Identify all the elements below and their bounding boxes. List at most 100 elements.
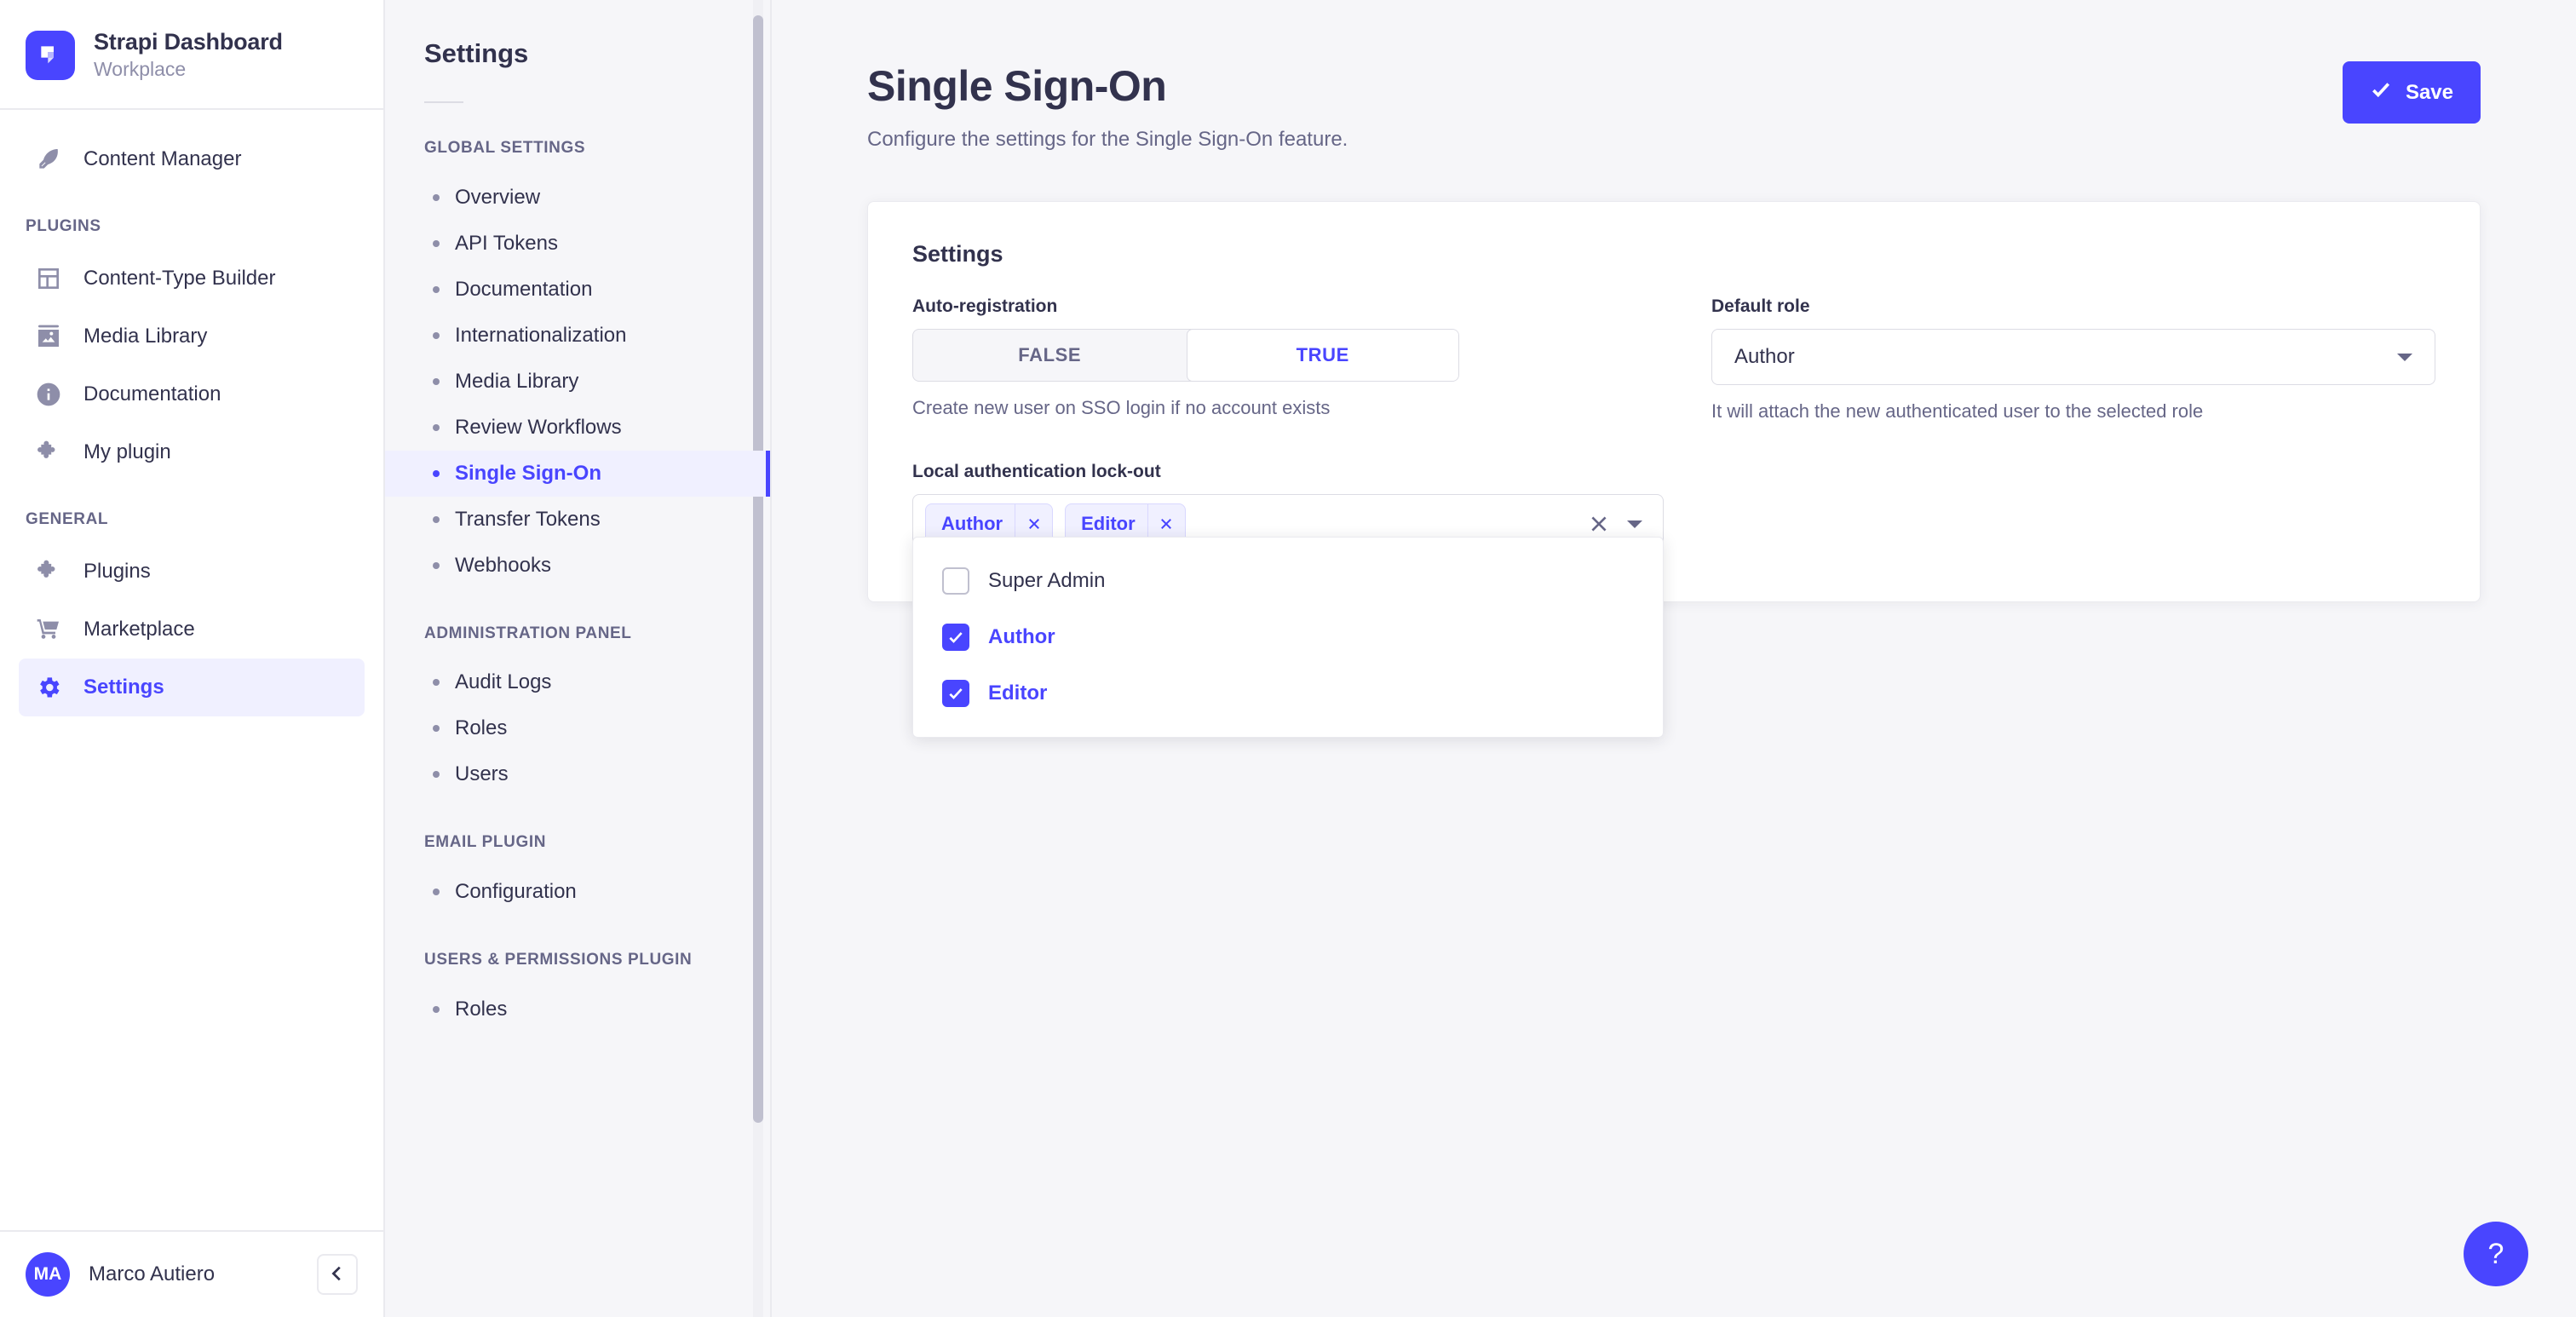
subnav-item-label: Review Workflows [455, 415, 622, 439]
chevron-down-icon [2397, 353, 2412, 361]
option-author[interactable]: Author [913, 609, 1663, 665]
subnav-item-audit-logs[interactable]: Audit Logs [385, 659, 770, 705]
auto-registration-toggle[interactable]: FALSE TRUE [912, 329, 1459, 382]
subnav-item-label: Media Library [455, 369, 579, 393]
settings-form: Auto-registration FALSE TRUE Create new … [912, 296, 2435, 423]
card-title: Settings [912, 241, 1003, 267]
toggle-option-true[interactable]: TRUE [1186, 330, 1458, 381]
subnav-item-label: Roles [455, 997, 508, 1021]
puzzle-icon [34, 557, 63, 586]
subnav-item-users[interactable]: Users [385, 751, 770, 797]
option-editor[interactable]: Editor [913, 665, 1663, 722]
settings-subnav: Settings GLOBAL SETTINGS Overview API To… [385, 0, 772, 1317]
default-role-label: Default role [1711, 296, 1810, 316]
subnav-item-internationalization[interactable]: Internationalization [385, 313, 770, 359]
sidebar-section-plugins-label: PLUGINS [26, 217, 101, 235]
image-icon [34, 322, 63, 351]
default-role-field: Default role Author It will attach the n… [1711, 296, 2435, 423]
settings-card: Settings Auto-registration FALSE TRUE Cr… [867, 201, 2481, 738]
checkbox-checked[interactable] [942, 624, 969, 651]
bullet-icon [433, 515, 440, 523]
subnav-item-roles-admin[interactable]: Roles [385, 705, 770, 751]
sidebar-item-label: Plugins [83, 560, 151, 583]
subnav-item-roles-users-permissions[interactable]: Roles [385, 986, 770, 1032]
subnav-section-administration-panel: ADMINISTRATION PANEL [424, 624, 632, 642]
settings-nav-title: Settings [424, 38, 529, 68]
sidebar-item-content-type-builder[interactable]: Content-Type Builder [19, 250, 365, 308]
auto-registration-field: Auto-registration FALSE TRUE Create new … [912, 296, 1636, 423]
subnav-item-webhooks[interactable]: Webhooks [385, 543, 770, 589]
bullet-icon [433, 888, 440, 895]
sidebar-item-marketplace[interactable]: Marketplace [19, 601, 365, 658]
subnav-item-review-workflows[interactable]: Review Workflows [385, 405, 770, 451]
subnav-item-label: Audit Logs [455, 670, 552, 694]
sidebar-item-label: Media Library [83, 325, 208, 348]
app-root: Strapi Dashboard Workplace Content Manag… [0, 0, 2576, 1317]
brand-subtitle: Workplace [94, 58, 187, 80]
sidebar-item-settings[interactable]: Settings [19, 658, 365, 716]
subnav-item-label: Webhooks [455, 553, 551, 577]
toggle-option-false[interactable]: FALSE [913, 330, 1187, 381]
subnav-item-label: Transfer Tokens [455, 507, 601, 531]
bullet-icon [433, 561, 440, 569]
subnav-item-documentation[interactable]: Documentation [385, 267, 770, 313]
subnav-item-label: Documentation [455, 277, 593, 301]
chevron-down-icon[interactable] [1627, 520, 1642, 528]
subnav-item-overview[interactable]: Overview [385, 175, 770, 221]
layout-icon [34, 264, 63, 293]
checkbox-checked[interactable] [942, 680, 969, 707]
subnav-section-users-permissions-plugin: USERS & PERMISSIONS PLUGIN [424, 950, 693, 969]
puzzle-icon [34, 438, 63, 467]
subnav-section-email-plugin: EMAIL PLUGIN [424, 833, 547, 852]
sidebar-item-label: Documentation [83, 382, 221, 405]
option-label: Super Admin [988, 569, 1106, 592]
info-icon [34, 380, 63, 409]
sidebar-item-label: Marketplace [83, 618, 195, 641]
collapse-sidebar-button[interactable] [317, 1254, 358, 1295]
avatar[interactable]: MA [26, 1252, 70, 1297]
cart-icon [34, 615, 63, 644]
clear-x-icon[interactable] [1588, 513, 1610, 535]
subnav-item-configuration[interactable]: Configuration [385, 869, 770, 915]
bullet-icon [433, 193, 440, 201]
help-button[interactable]: ? [2464, 1222, 2528, 1286]
main-content: Single Sign-On Configure the settings fo… [772, 0, 2576, 1317]
subnav-item-label: Users [455, 762, 509, 786]
sidebar-item-label: My plugin [83, 440, 171, 463]
default-role-hint: It will attach the new authenticated use… [1711, 400, 2204, 422]
sidebar-item-content-manager[interactable]: Content Manager [19, 130, 365, 188]
sidebar-nav: Content Manager PLUGINS Content-Type Bui… [0, 110, 383, 1230]
sidebar-item-media-library[interactable]: Media Library [19, 308, 365, 365]
option-super-admin[interactable]: Super Admin [913, 553, 1663, 609]
brand-header[interactable]: Strapi Dashboard Workplace [0, 0, 383, 110]
subnav-item-media-library[interactable]: Media Library [385, 359, 770, 405]
bullet-icon [433, 469, 440, 477]
question-mark-icon: ? [2487, 1237, 2504, 1270]
sidebar-item-my-plugin[interactable]: My plugin [19, 423, 365, 481]
lockout-options-menu: Super Admin Author Editor [912, 537, 1664, 738]
bullet-icon [433, 423, 440, 431]
subnav-item-transfer-tokens[interactable]: Transfer Tokens [385, 497, 770, 543]
lockout-field: Local authentication lock-out Author Edi… [912, 462, 1664, 738]
subnav-item-label: API Tokens [455, 231, 558, 255]
save-button[interactable]: Save [2342, 61, 2481, 124]
feather-icon [34, 145, 63, 174]
checkbox-unchecked[interactable] [942, 567, 969, 595]
subnav-item-label: Internationalization [455, 323, 627, 347]
sidebar-item-documentation[interactable]: Documentation [19, 365, 365, 423]
gear-icon [34, 673, 63, 702]
bullet-icon [433, 239, 440, 247]
check-icon [2370, 78, 2392, 106]
bullet-icon [433, 285, 440, 293]
page-header: Single Sign-On Configure the settings fo… [772, 0, 2576, 152]
strapi-logo-icon [26, 30, 75, 80]
auto-registration-label: Auto-registration [912, 296, 1058, 316]
subnav-item-api-tokens[interactable]: API Tokens [385, 221, 770, 267]
subnav-item-label: Overview [455, 185, 541, 209]
option-label: Author [988, 625, 1055, 648]
sidebar-footer: MA Marco Autiero [0, 1230, 383, 1317]
sidebar-item-plugins[interactable]: Plugins [19, 543, 365, 601]
subnav-item-single-sign-on[interactable]: Single Sign-On [385, 450, 770, 497]
default-role-select[interactable]: Author [1711, 329, 2435, 385]
chevron-left-icon [328, 1264, 347, 1285]
